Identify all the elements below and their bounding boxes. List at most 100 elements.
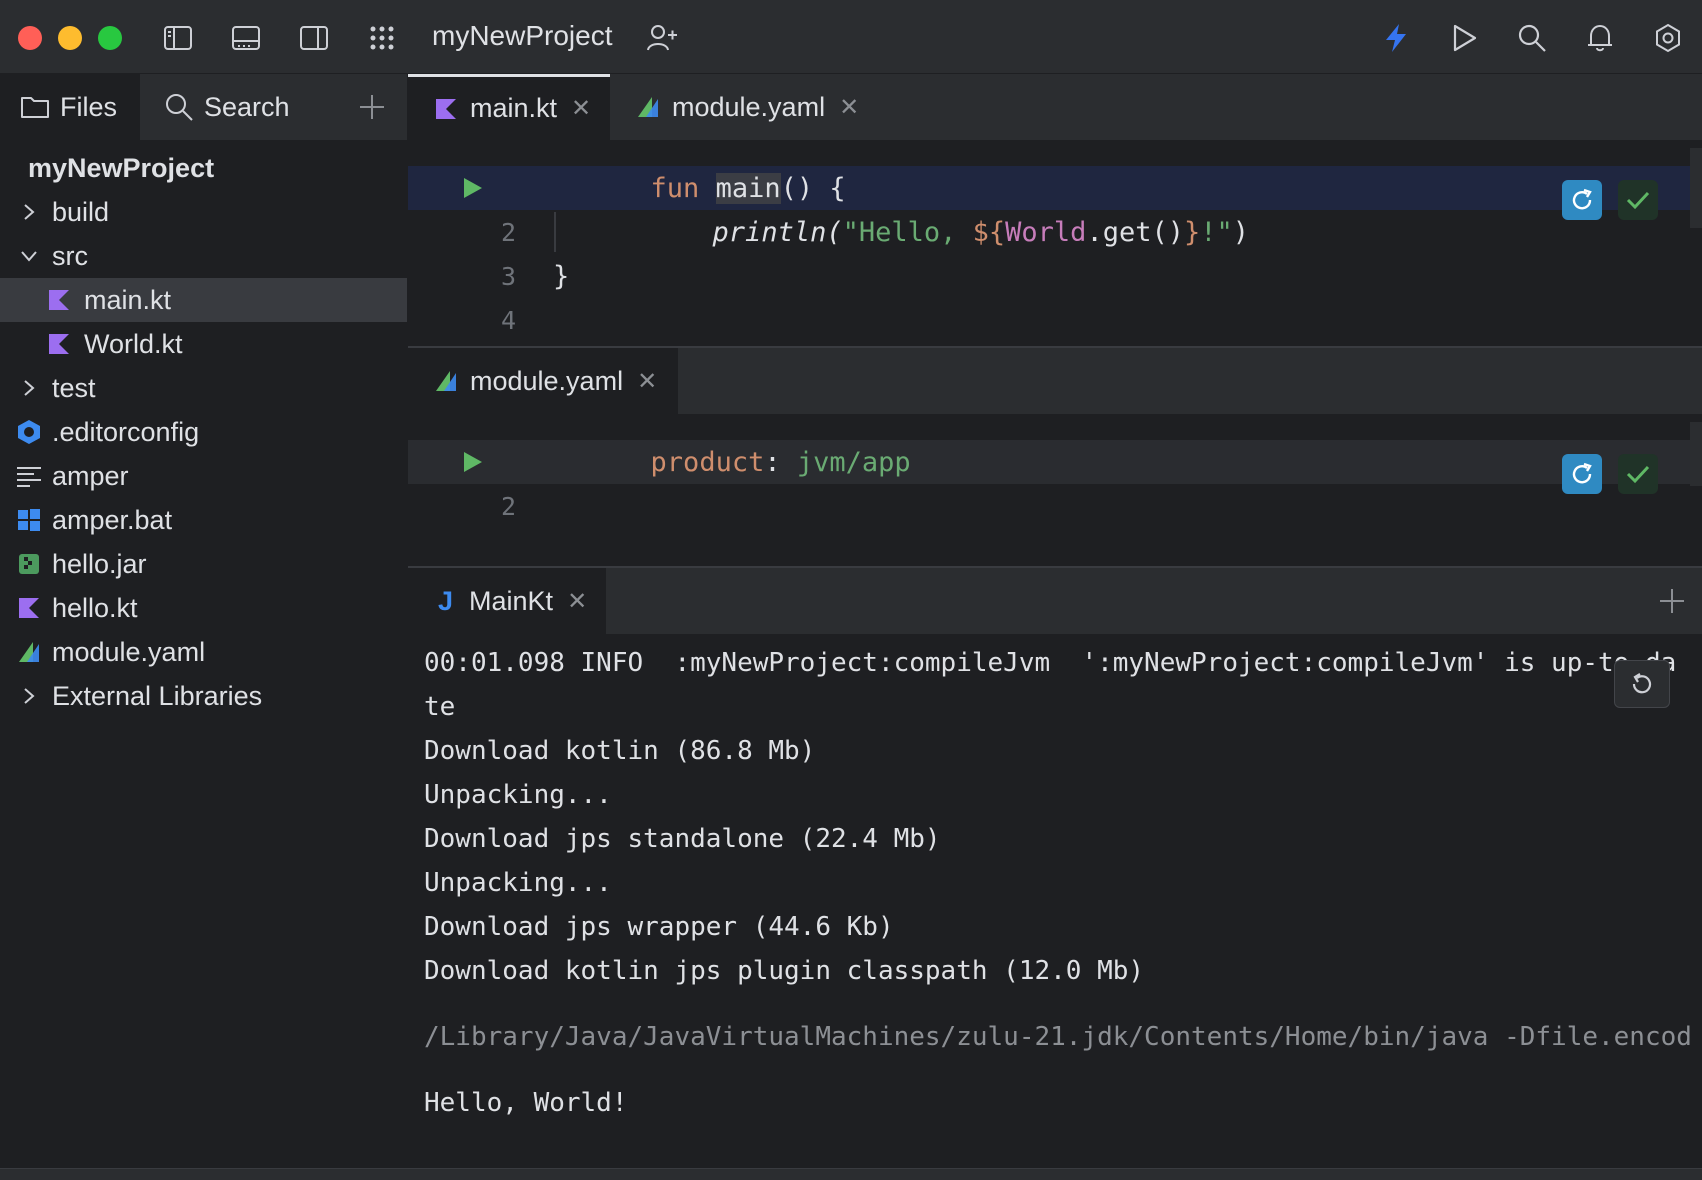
chevron-right-icon[interactable] xyxy=(16,375,42,401)
console-tabbar: J MainKt ✕ xyxy=(408,568,1702,634)
text-file-icon xyxy=(16,463,42,489)
chevron-right-icon[interactable] xyxy=(16,683,42,709)
code-line-2[interactable]: 2 println("Hello, ${World.get()}!") xyxy=(408,210,1702,254)
file-tree: myNewProject build src main.kt World.kt … xyxy=(0,140,407,1180)
check-icon xyxy=(1626,465,1650,484)
add-user-icon[interactable] xyxy=(642,18,682,58)
tree-item-world-kt[interactable]: World.kt xyxy=(0,322,407,366)
line-number: 2 xyxy=(500,491,516,521)
code-punct: ) xyxy=(1232,216,1250,248)
maximize-window-button[interactable] xyxy=(98,26,122,50)
tab-module-yaml-2[interactable]: module.yaml ✕ xyxy=(408,348,678,414)
tab-search[interactable]: Search xyxy=(164,74,290,140)
editor-module-yaml[interactable]: product: jvm/app 2 xyxy=(408,414,1702,566)
plus-icon xyxy=(360,95,384,119)
tree-item-label: hello.kt xyxy=(52,592,138,623)
close-tab-icon[interactable]: ✕ xyxy=(839,93,859,122)
line-number: 2 xyxy=(500,217,516,247)
tree-item-amper-bat[interactable]: amper.bat xyxy=(0,498,407,542)
bell-icon[interactable] xyxy=(1580,18,1620,58)
close-window-button[interactable] xyxy=(18,26,42,50)
tree-item-external-libraries[interactable]: External Libraries xyxy=(0,674,407,718)
console-line: 00:01.098 INFO :myNewProject:compileJvm … xyxy=(424,648,1677,678)
yaml-file-icon xyxy=(434,369,458,393)
close-tab-icon[interactable]: ✕ xyxy=(637,367,657,396)
project-title[interactable]: myNewProject xyxy=(432,20,612,52)
editor-main-kt[interactable]: fun main() { 2 println("Hello, ${World.g… xyxy=(408,140,1702,346)
rerun-console-button[interactable] xyxy=(1614,660,1670,708)
tree-item-hello-kt[interactable]: hello.kt xyxy=(0,586,407,630)
yaml-file-icon xyxy=(16,639,42,665)
tree-item-build[interactable]: build xyxy=(0,190,407,234)
tab-search-label: Search xyxy=(204,91,290,122)
code-line-1[interactable]: product: jvm/app xyxy=(408,440,1702,484)
editor-tabbar-bottom: module.yaml ✕ xyxy=(408,348,1702,414)
windows-icon xyxy=(16,507,42,533)
interp-close: } xyxy=(1183,216,1201,248)
yaml-value: jvm/app xyxy=(796,446,911,478)
check-button[interactable] xyxy=(1618,180,1658,220)
tree-item-main-kt[interactable]: main.kt xyxy=(0,278,407,322)
chevron-right-icon[interactable] xyxy=(16,199,42,225)
tree-root[interactable]: myNewProject xyxy=(0,146,407,190)
code-line-4[interactable]: 4 xyxy=(408,298,1702,342)
editorconfig-icon xyxy=(16,419,42,445)
apps-grid-icon[interactable] xyxy=(362,18,402,58)
plus-icon xyxy=(1660,589,1684,613)
close-tab-icon[interactable]: ✕ xyxy=(567,587,587,616)
panel-bottom-icon[interactable] xyxy=(226,18,266,58)
type-name: World xyxy=(1005,216,1087,248)
kotlin-file-icon xyxy=(46,287,72,313)
tree-item-label: World.kt xyxy=(84,328,183,359)
tree-item-label: External Libraries xyxy=(52,680,263,711)
tab-main-kt[interactable]: main.kt ✕ xyxy=(408,74,610,140)
line-number: 3 xyxy=(500,261,516,291)
close-tab-icon[interactable]: ✕ xyxy=(571,94,591,123)
tree-item-label: hello.jar xyxy=(52,548,147,579)
scrollbar[interactable] xyxy=(1690,422,1702,486)
tree-item-label: .editorconfig xyxy=(52,416,200,447)
run-gutter-icon[interactable] xyxy=(460,176,484,207)
run-gutter-icon[interactable] xyxy=(460,450,484,481)
tree-item-label: test xyxy=(52,372,96,403)
project-sidebar: Files Search myNewProject build src main… xyxy=(0,74,407,1180)
tree-item-label: amper.bat xyxy=(52,504,173,535)
tab-module-yaml[interactable]: module.yaml ✕ xyxy=(636,74,859,140)
tab-run-mainkt[interactable]: J MainKt ✕ xyxy=(408,568,606,634)
tree-item-src[interactable]: src xyxy=(0,234,407,278)
add-console-button[interactable] xyxy=(1658,568,1686,634)
sidebar-left-icon[interactable] xyxy=(158,18,198,58)
check-button[interactable] xyxy=(1618,454,1658,494)
chevron-down-icon[interactable] xyxy=(16,243,42,269)
tab-label: MainKt xyxy=(469,585,554,616)
refresh-icon xyxy=(1572,462,1592,484)
kotlin-file-icon xyxy=(434,97,458,121)
run-icon[interactable] xyxy=(1444,18,1484,58)
tree-item-amper[interactable]: amper xyxy=(0,454,407,498)
tab-files[interactable]: Files xyxy=(0,74,140,140)
bolt-icon[interactable] xyxy=(1376,18,1416,58)
scrollbar[interactable] xyxy=(1690,148,1702,228)
rerun-button[interactable] xyxy=(1562,454,1602,494)
search-icon[interactable] xyxy=(1512,18,1552,58)
console-line: Download jps wrapper (44.6 Kb) xyxy=(424,912,894,942)
string-literal-end: !" xyxy=(1200,216,1233,248)
minimize-window-button[interactable] xyxy=(58,26,82,50)
sidebar-right-icon[interactable] xyxy=(294,18,334,58)
rerun-button[interactable] xyxy=(1562,180,1602,220)
tree-item-editorconfig[interactable]: .editorconfig xyxy=(0,410,407,454)
code-line-2[interactable]: 2 xyxy=(408,484,1702,528)
code-line-3[interactable]: 3 } xyxy=(408,254,1702,298)
kotlin-file-icon xyxy=(46,331,72,357)
tree-item-label: module.yaml xyxy=(52,636,206,667)
tree-item-hello-jar[interactable]: hello.jar xyxy=(0,542,407,586)
console-line: Download jps standalone (22.4 Mb) xyxy=(424,824,941,854)
java-run-icon: J xyxy=(438,585,454,616)
settings-icon[interactable] xyxy=(1648,18,1688,58)
tree-item-module-yaml[interactable]: module.yaml xyxy=(0,630,407,674)
console-output-line: Hello, World! xyxy=(424,1088,628,1118)
interp-open: ${ xyxy=(972,216,1006,248)
add-tab-button[interactable] xyxy=(358,74,386,140)
tree-item-test[interactable]: test xyxy=(0,366,407,410)
tab-label: module.yaml xyxy=(470,365,624,396)
